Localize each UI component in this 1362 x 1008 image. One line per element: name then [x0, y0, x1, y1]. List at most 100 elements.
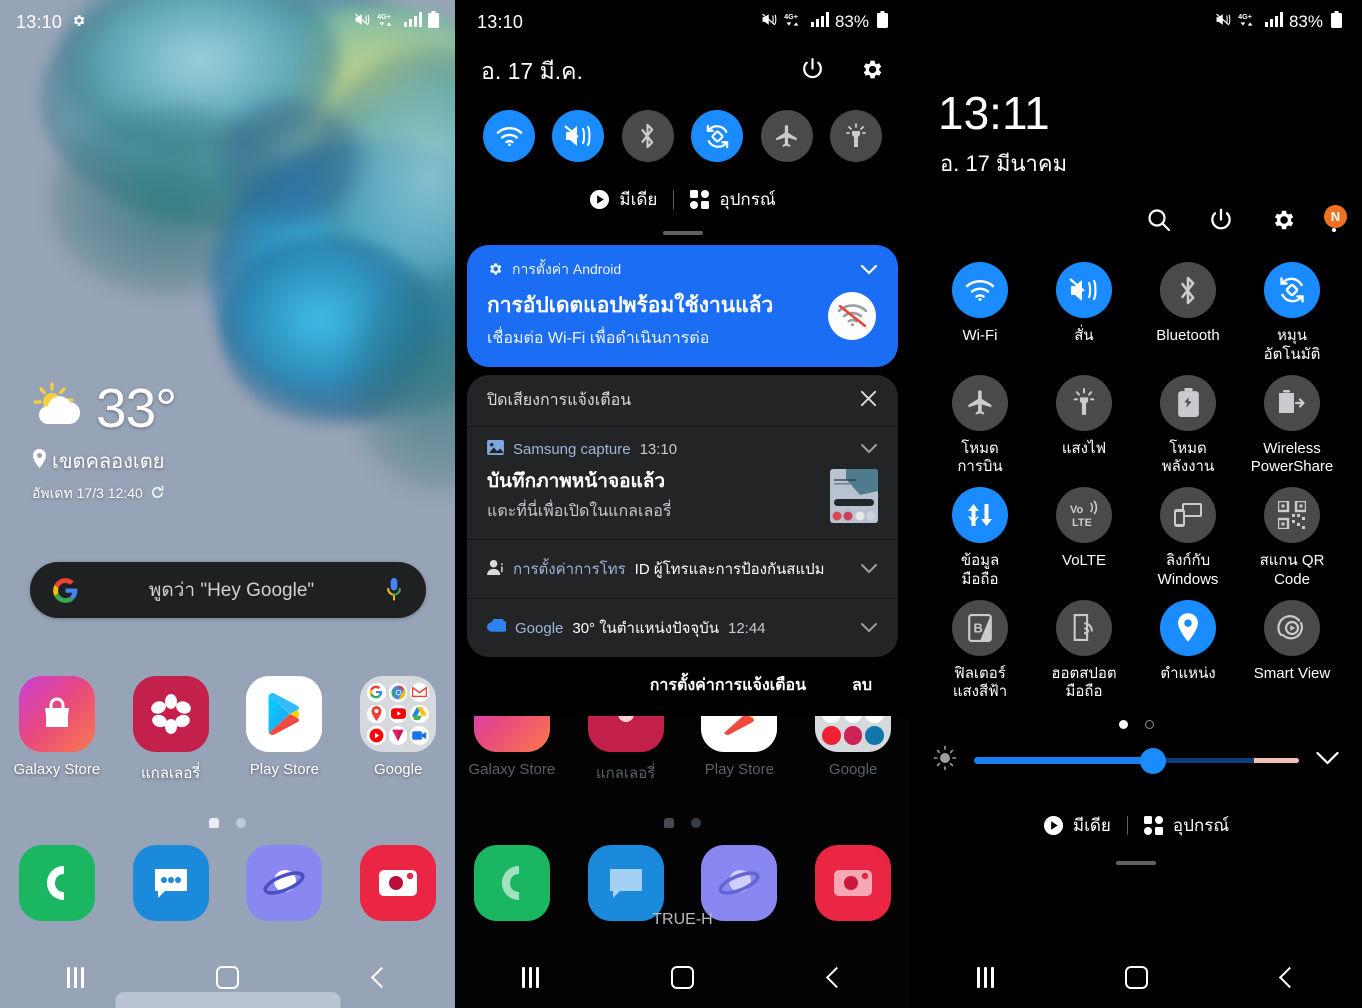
- battery-percent: 83%: [834, 12, 869, 31]
- tile-flashlight[interactable]: แสงไฟ: [1032, 374, 1136, 478]
- dock-internet[interactable]: [228, 845, 342, 921]
- divider: [1126, 816, 1128, 835]
- recent-apps-button[interactable]: [910, 966, 1061, 988]
- gear-icon: [71, 13, 86, 32]
- notification-samsung-capture[interactable]: Samsung capture 13:10 บันทึกภาพหน้าจอแล้…: [467, 427, 898, 540]
- notification-android-settings[interactable]: การตั้งค่า Android การอัปเดตแอปพร้อมใช้ง…: [467, 245, 898, 367]
- tile-vibrate[interactable]: สั่น: [1032, 262, 1136, 365]
- gear-icon: [487, 261, 503, 280]
- tile-bluetooth[interactable]: Bluetooth: [1136, 262, 1240, 365]
- tile-qr-scan[interactable]: สแกน QR Code: [1240, 487, 1344, 590]
- gear-icon[interactable]: [1270, 207, 1296, 238]
- toggle-airplane-mode[interactable]: [760, 110, 813, 162]
- toggle-vibrate[interactable]: [552, 110, 605, 162]
- tile-wifi[interactable]: Wi-Fi: [928, 262, 1032, 365]
- tile-location[interactable]: ตำแหน่ง: [1136, 599, 1240, 703]
- search-icon[interactable]: [1146, 207, 1172, 238]
- tile-power-saving[interactable]: โหมด พลังงาน: [1136, 374, 1240, 478]
- qs-page-dot[interactable]: [1144, 720, 1154, 729]
- dim-page-indicator: [455, 818, 910, 828]
- chevron-down-icon[interactable]: [860, 620, 878, 637]
- qs-drag-handle[interactable]: [1116, 861, 1156, 865]
- refresh-icon[interactable]: [150, 485, 165, 503]
- devices-button[interactable]: อุปกรณ์: [690, 186, 776, 213]
- back-button[interactable]: [303, 966, 455, 988]
- dock-phone[interactable]: [0, 845, 114, 921]
- chevron-down-icon[interactable]: [860, 262, 878, 278]
- media-button[interactable]: มีเดีย: [589, 186, 657, 213]
- toggle-auto-rotate[interactable]: [691, 110, 744, 162]
- qs-page-dot-active[interactable]: [1118, 720, 1128, 729]
- google-search-bar[interactable]: พูดว่า "Hey Google": [30, 562, 426, 618]
- brightness-slider-knob[interactable]: [1139, 747, 1166, 774]
- toggle-wifi[interactable]: [483, 110, 535, 162]
- notification-google-weather[interactable]: Google 30° ในตำแหน่งปัจจุบัน 12:44: [467, 599, 898, 657]
- tile-label: Bluetooth: [1156, 327, 1220, 344]
- tile-mobile-hotspot[interactable]: ฮอตสปอต มือถือ: [1032, 599, 1136, 703]
- devices-button[interactable]: อุปกรณ์: [1143, 812, 1229, 839]
- shade-nav-bar: [455, 946, 910, 1008]
- notification-app-name: Google: [515, 619, 564, 637]
- app-row-1: Galaxy Store แกลเลอรี่ Play Store Google: [0, 676, 455, 785]
- media-button[interactable]: มีเดีย: [1043, 812, 1111, 839]
- app-google-folder[interactable]: Google: [341, 676, 455, 785]
- recent-apps-button[interactable]: [0, 966, 152, 988]
- tile-mobile-data[interactable]: ข้อมูล มือถือ: [928, 487, 1032, 590]
- chevron-down-icon[interactable]: [860, 441, 878, 458]
- toggle-bluetooth[interactable]: [621, 110, 674, 162]
- chevron-down-icon[interactable]: [860, 561, 878, 578]
- close-icon[interactable]: [859, 389, 878, 413]
- home-button[interactable]: [152, 965, 304, 989]
- weather-updated: อัพเดท 17/3 12:40: [32, 485, 143, 501]
- chevron-down-icon[interactable]: [1315, 751, 1340, 770]
- internet-icon: [701, 845, 778, 921]
- vibrate-icon: [1056, 262, 1112, 318]
- power-icon[interactable]: [800, 57, 825, 87]
- weather-widget[interactable]: 33° เขตคลองเตย อัพเดท 17/3 12:40: [32, 380, 177, 505]
- tile-blue-light-filter[interactable]: B ฟิลเตอร์ แสงสีฟ้า: [928, 599, 1032, 703]
- battery-icon: [877, 11, 888, 33]
- notification-settings-button[interactable]: การตั้งค่าการแจ้งเตือน: [650, 673, 806, 698]
- recent-apps-button[interactable]: [455, 966, 607, 988]
- tile-wireless-powershare[interactable]: Wireless PowerShare: [1240, 374, 1344, 478]
- dock-row: [0, 845, 455, 921]
- app-label: Google: [828, 761, 878, 778]
- brightness-slider[interactable]: [974, 747, 1299, 774]
- tile-volte[interactable]: Vo LTE VoLTE: [1032, 487, 1136, 590]
- caller-id-icon: [487, 559, 504, 579]
- back-button[interactable]: [758, 966, 910, 988]
- tile-label: โหมด พลังงาน: [1161, 439, 1215, 476]
- home-button[interactable]: [1061, 965, 1212, 989]
- home-button[interactable]: [607, 965, 759, 989]
- power-icon[interactable]: [1208, 207, 1234, 238]
- airplane-icon: [952, 374, 1008, 431]
- tile-link-to-windows[interactable]: ลิงก์กับ Windows: [1136, 487, 1240, 590]
- app-gallery[interactable]: แกลเลอรี่: [114, 676, 228, 785]
- tile-auto-rotate[interactable]: หมุน อัตโนมัติ: [1240, 262, 1344, 365]
- screenshot-thumbnail[interactable]: [830, 469, 878, 523]
- page-dot[interactable]: [236, 818, 246, 828]
- link-to-windows-icon: [1160, 487, 1216, 543]
- tile-smart-view[interactable]: Smart View: [1240, 599, 1344, 703]
- gear-icon[interactable]: [859, 57, 884, 87]
- app-play-store[interactable]: Play Store: [228, 676, 342, 785]
- dock-messages[interactable]: [114, 845, 228, 921]
- 4g-plus-icon: 4G+: [784, 12, 805, 33]
- gesture-handle[interactable]: [115, 992, 340, 1008]
- app-galaxy-store[interactable]: Galaxy Store: [0, 676, 114, 785]
- dock-camera[interactable]: [341, 845, 455, 921]
- folder-app-chrome: [388, 683, 408, 702]
- clear-notifications-button[interactable]: ลบ: [852, 673, 872, 698]
- back-button[interactable]: [1211, 966, 1362, 988]
- toggle-flashlight[interactable]: [829, 110, 882, 162]
- notification-call-settings[interactable]: การตั้งค่าการโทร ID ผู้โทรและการป้องกันส…: [467, 540, 898, 599]
- tile-label: หมุน อัตโนมัติ: [1263, 327, 1321, 363]
- page-dot-home[interactable]: [209, 818, 219, 828]
- silent-notification-group: ปิดเสียงการแจ้งเตือน Samsung capture 13:…: [467, 375, 898, 657]
- microphone-icon[interactable]: [384, 577, 404, 604]
- app-label: Play Store: [249, 761, 319, 778]
- tile-airplane-mode[interactable]: โหมด การบิน: [928, 374, 1032, 478]
- tile-label: ข้อมูล มือถือ: [960, 552, 1000, 588]
- location-icon: [1160, 599, 1216, 656]
- more-options-icon[interactable]: N: [1324, 204, 1347, 232]
